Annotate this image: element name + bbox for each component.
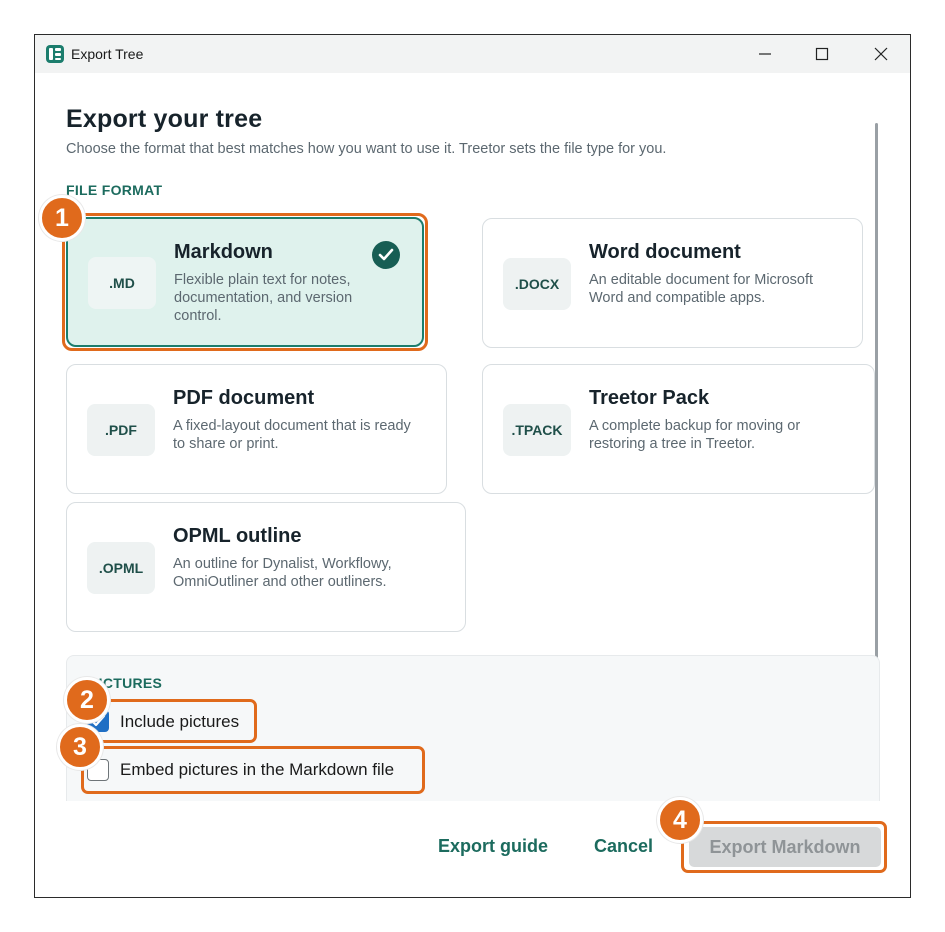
export-tree-window: Export Tree Export your tree Choose the … xyxy=(34,34,911,898)
treetor-app-icon xyxy=(46,45,64,63)
format-title: Treetor Pack xyxy=(589,387,710,409)
callout-box-1 xyxy=(62,213,428,351)
file-format-label: FILE FORMAT xyxy=(66,182,163,198)
format-title: OPML outline xyxy=(173,525,302,547)
callout-number-3: 3 xyxy=(57,724,103,770)
format-title: PDF document xyxy=(173,387,315,409)
maximize-button[interactable] xyxy=(802,40,842,68)
callout-box-3 xyxy=(81,746,425,794)
scrollbar[interactable] xyxy=(875,123,878,675)
callout-box-4 xyxy=(681,821,887,873)
close-icon xyxy=(874,47,888,61)
format-description: An editable document for Microsoft Word … xyxy=(589,272,814,306)
format-badge: .PDF xyxy=(87,404,155,456)
format-card-pdf[interactable]: .PDF PDF document A fixed-layout documen… xyxy=(66,364,447,494)
window-title: Export Tree xyxy=(71,46,144,62)
callout-number-2: 2 xyxy=(64,677,110,723)
minimize-button[interactable] xyxy=(745,40,785,68)
page-subtitle: Choose the format that best matches how … xyxy=(66,141,667,157)
format-description: A fixed-layout document that is ready to… xyxy=(173,418,411,452)
format-description: A complete backup for moving or restorin… xyxy=(589,418,801,452)
format-card-word[interactable]: .DOCX Word document An editable document… xyxy=(482,218,863,348)
maximize-icon xyxy=(815,47,829,61)
page-title: Export your tree xyxy=(66,105,263,133)
format-description: An outline for Dynalist, Workflowy, Omni… xyxy=(173,556,392,590)
format-badge: .OPML xyxy=(87,542,155,594)
format-card-treetor-pack[interactable]: .TPACK Treetor Pack A complete backup fo… xyxy=(482,364,875,494)
title-bar[interactable]: Export Tree xyxy=(35,35,910,73)
minimize-icon xyxy=(759,53,771,55)
callout-number-1: 1 xyxy=(39,195,85,241)
format-title: Word document xyxy=(589,241,741,263)
format-badge: .DOCX xyxy=(503,258,571,310)
close-button[interactable] xyxy=(861,40,901,68)
export-guide-link[interactable]: Export guide xyxy=(438,836,548,857)
cancel-button[interactable]: Cancel xyxy=(594,836,653,857)
format-badge: .TPACK xyxy=(503,404,571,456)
format-card-opml[interactable]: .OPML OPML outline An outline for Dynali… xyxy=(66,502,466,632)
callout-number-4: 4 xyxy=(657,797,703,843)
